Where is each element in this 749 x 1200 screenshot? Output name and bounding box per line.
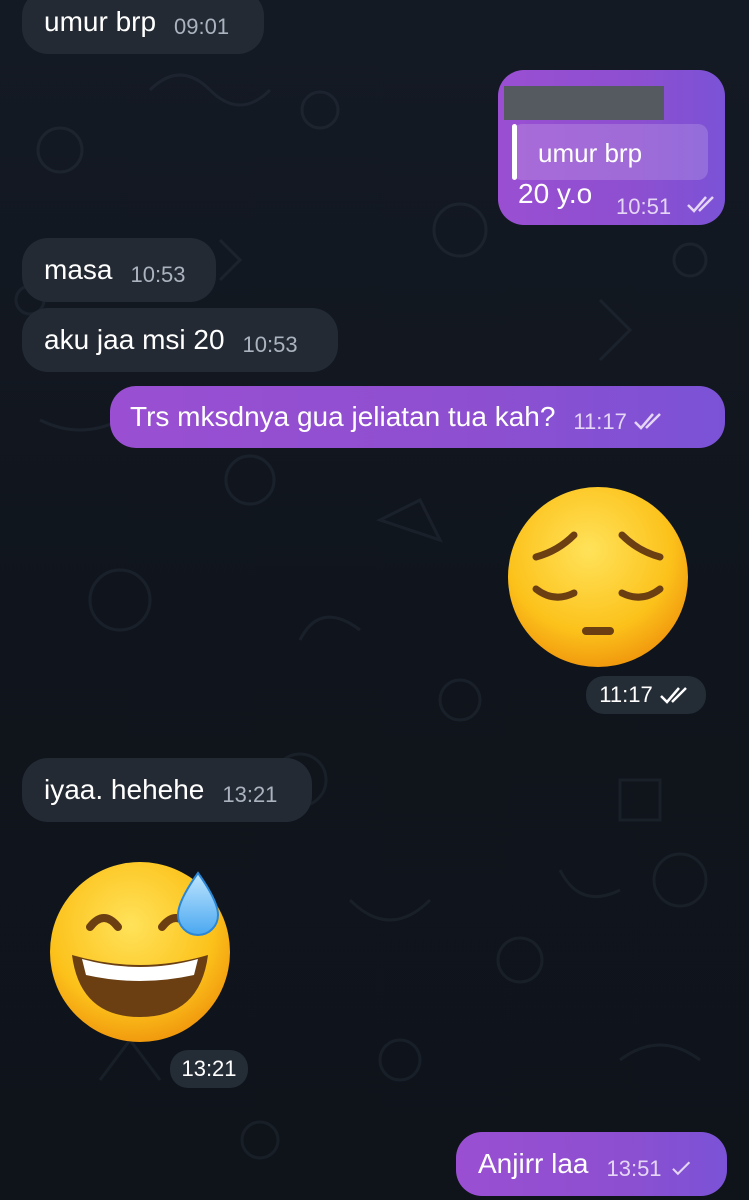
single-check-icon bbox=[671, 1161, 690, 1176]
message-text: 20 y.o bbox=[518, 178, 593, 209]
incoming-message[interactable]: umur brp 09:01 bbox=[22, 0, 264, 54]
message-time: 11:17 bbox=[599, 682, 653, 707]
message-time: 11:17 bbox=[573, 409, 627, 434]
reply-quote[interactable]: umur brp bbox=[512, 124, 708, 180]
reply-quote-text: umur brp bbox=[538, 138, 643, 168]
message-text: iyaa. hehehe bbox=[44, 774, 205, 805]
message-time: 13:21 bbox=[181, 1056, 237, 1081]
outgoing-message[interactable]: Trs mksdnya gua jeliatan tua kah? 11:17 bbox=[110, 386, 725, 448]
message-time: 10:51 bbox=[616, 194, 672, 219]
message-text: umur brp bbox=[44, 6, 157, 37]
message-text: masa bbox=[44, 254, 113, 285]
redacted-sender-name bbox=[504, 86, 664, 120]
message-text: Anjirr laa bbox=[478, 1148, 589, 1179]
message-time: 13:51 bbox=[606, 1156, 662, 1181]
double-check-icon bbox=[659, 687, 687, 704]
sticker-time-pill: 13:21 bbox=[170, 1050, 248, 1088]
outgoing-message[interactable]: Anjirr laa 13:51 bbox=[456, 1132, 727, 1196]
double-check-icon bbox=[633, 413, 661, 430]
sticker-time-pill: 11:17 bbox=[586, 676, 706, 714]
message-text: Trs mksdnya gua jeliatan tua kah? bbox=[130, 401, 556, 432]
message-time: 13:21 bbox=[222, 782, 278, 807]
grinning-face-with-sweat-emoji[interactable] bbox=[48, 855, 238, 1045]
incoming-message[interactable]: iyaa. hehehe 13:21 bbox=[22, 758, 312, 822]
incoming-message[interactable]: masa 10:53 bbox=[22, 238, 216, 302]
incoming-message[interactable]: aku jaa msi 20 10:53 bbox=[22, 308, 338, 372]
double-check-icon bbox=[687, 196, 714, 213]
pensive-face-emoji[interactable] bbox=[506, 485, 690, 669]
message-time: 10:53 bbox=[130, 262, 186, 287]
reply-quote-bar bbox=[512, 124, 517, 180]
message-time: 10:53 bbox=[242, 332, 298, 357]
outgoing-message[interactable]: umur brp 20 y.o 10:51 bbox=[498, 70, 725, 225]
message-time: 09:01 bbox=[174, 14, 230, 39]
message-text: aku jaa msi 20 bbox=[44, 324, 225, 355]
